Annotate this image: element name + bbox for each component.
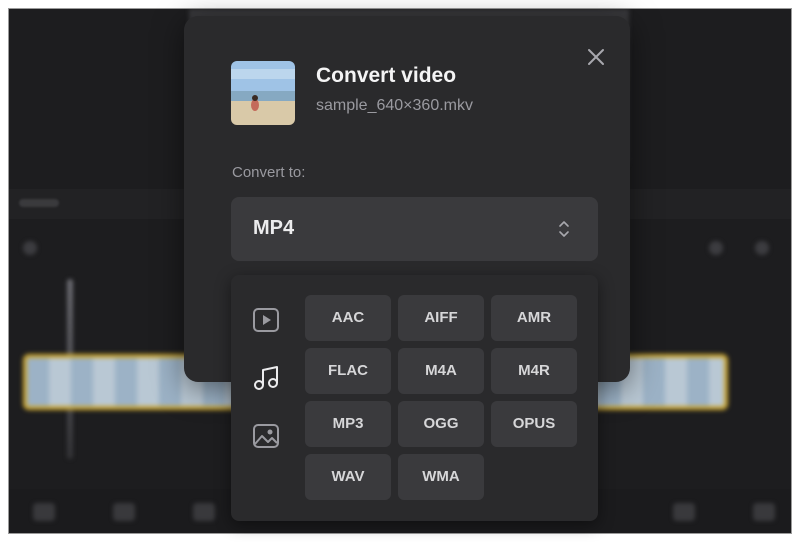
chevron-up-down-icon (559, 221, 569, 237)
music-note-icon (254, 366, 278, 390)
format-option-amr[interactable]: AMR (491, 295, 577, 341)
format-option-wav[interactable]: WAV (305, 454, 391, 500)
video-play-icon (253, 308, 279, 332)
image-icon (253, 424, 279, 448)
file-name: sample_640×360.mkv (316, 97, 473, 114)
blurred-control (709, 241, 723, 255)
blurred-control (755, 241, 769, 255)
format-option-ogg[interactable]: OGG (398, 401, 484, 447)
video-thumbnail (231, 61, 295, 125)
category-video[interactable] (252, 306, 280, 334)
blurred-control (23, 241, 37, 255)
selected-format: MP4 (253, 217, 295, 239)
format-option-aiff[interactable]: AIFF (398, 295, 484, 341)
format-option-m4a[interactable]: M4A (398, 348, 484, 394)
format-option-flac[interactable]: FLAC (305, 348, 391, 394)
category-audio[interactable] (252, 364, 280, 392)
format-option-aac[interactable]: AAC (305, 295, 391, 341)
format-option-wma[interactable]: WMA (398, 454, 484, 500)
format-option-m4r[interactable]: M4R (491, 348, 577, 394)
format-select[interactable]: MP4 (231, 197, 598, 261)
format-option-opus[interactable]: OPUS (491, 401, 577, 447)
convert-to-label: Convert to: (232, 164, 306, 181)
category-image[interactable] (252, 422, 280, 450)
blurred-label (19, 199, 59, 207)
close-button[interactable] (585, 46, 607, 68)
format-option-mp3[interactable]: MP3 (305, 401, 391, 447)
close-icon (588, 49, 604, 65)
dialog-title: Convert video (316, 64, 457, 87)
